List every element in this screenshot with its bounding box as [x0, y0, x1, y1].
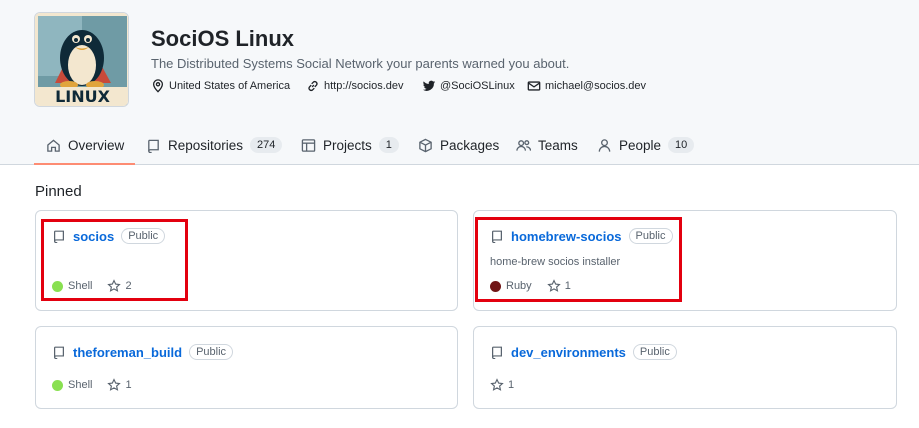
repo-meta: Shell 1	[52, 378, 132, 392]
website-link[interactable]: http://socios.dev	[324, 80, 404, 92]
repo-link[interactable]: theforeman_build	[73, 345, 182, 360]
repo-link[interactable]: socios	[73, 229, 114, 244]
tab-projects[interactable]: Projects 1	[301, 125, 399, 165]
star-icon	[107, 279, 122, 292]
package-icon	[419, 138, 432, 152]
repo-description: home-brew socios installer	[490, 256, 621, 268]
star-icon	[546, 279, 561, 292]
tab-repositories[interactable]: Repositories 274	[146, 125, 283, 165]
tab-overview-label: Overview	[68, 137, 125, 153]
repo-meta: Ruby 1	[490, 279, 571, 293]
repo-meta: Shell 2	[52, 279, 132, 293]
stargazers-link[interactable]: 2	[107, 279, 132, 293]
tab-teams-label: Teams	[538, 137, 578, 153]
email-meta[interactable]: michael@socios.dev	[527, 79, 646, 93]
tab-packages-label: Packages	[440, 137, 500, 153]
org-name: SociOS Linux	[151, 26, 295, 51]
tab-overview[interactable]: Overview	[46, 125, 124, 165]
repo-language: Ruby	[506, 280, 532, 292]
star-count: 1	[564, 280, 571, 292]
org-nav-tabs: Overview Repositories 274 Projects 1 Pac…	[0, 125, 919, 165]
location-meta: United States of America	[151, 79, 290, 93]
star-count: 2	[125, 280, 132, 292]
repo-meta: 1	[490, 378, 514, 392]
tab-people-label: People	[619, 137, 662, 153]
location-pin-icon	[152, 79, 164, 93]
twitter-bird-icon	[422, 80, 436, 91]
table-icon	[301, 138, 316, 152]
repo-icon	[54, 230, 64, 243]
link-icon	[308, 81, 318, 91]
org-avatar[interactable]: LINUX	[34, 12, 129, 107]
repo-icon	[492, 346, 502, 359]
tab-packages[interactable]: Packages	[418, 125, 499, 165]
active-tab-underline	[34, 163, 135, 165]
repo-title-row: socios Public	[52, 228, 166, 244]
stargazers-link[interactable]: 1	[546, 279, 571, 293]
svg-text:LINUX: LINUX	[55, 87, 111, 106]
twitter-meta[interactable]: @SociOSLinux	[422, 79, 515, 93]
people-count: 10	[668, 137, 695, 153]
language-color-dot	[490, 280, 501, 292]
repo-link[interactable]: homebrew-socios	[511, 229, 622, 244]
people-icon	[516, 139, 531, 151]
tab-people[interactable]: People 10	[597, 125, 695, 165]
mail-icon	[527, 81, 541, 91]
star-count: 1	[508, 379, 515, 391]
language-color-dot	[52, 379, 63, 391]
star-icon	[490, 378, 504, 391]
repo-icon	[54, 346, 64, 359]
pinned-repo-card: dev_environments Public 1	[473, 326, 897, 409]
location-text: United States of America	[169, 80, 291, 92]
visibility-badge: Public	[121, 228, 166, 244]
repo-icon	[148, 139, 159, 153]
visibility-badge: Public	[632, 344, 677, 360]
org-description: The Distributed Systems Social Network y…	[151, 56, 570, 71]
repo-icon	[492, 230, 502, 243]
tab-projects-label: Projects	[323, 137, 372, 153]
tab-teams[interactable]: Teams	[516, 125, 578, 165]
stargazers-link[interactable]: 1	[490, 378, 514, 392]
visibility-badge: Public	[628, 228, 673, 244]
language-color-dot	[52, 280, 63, 292]
repo-link[interactable]: dev_environments	[511, 345, 626, 360]
stargazers-link[interactable]: 1	[107, 378, 132, 392]
pinned-repo-card: socios Public Shell 2	[35, 210, 458, 311]
pinned-heading: Pinned	[35, 183, 82, 200]
repo-title-row: dev_environments Public	[490, 344, 677, 360]
person-icon	[598, 138, 611, 152]
twitter-handle[interactable]: @SociOSLinux	[440, 80, 515, 92]
email-link[interactable]: michael@socios.dev	[545, 80, 646, 92]
star-count: 1	[125, 379, 132, 391]
repo-title-row: theforeman_build Public	[52, 344, 234, 360]
tab-repositories-label: Repositories	[168, 137, 244, 153]
visibility-badge: Public	[189, 344, 234, 360]
pinned-repo-card: homebrew-socios Public home-brew socios …	[473, 210, 897, 311]
repo-title-row: homebrew-socios Public	[490, 228, 673, 244]
star-icon	[107, 378, 122, 391]
repo-language: Shell	[68, 280, 93, 292]
projects-count: 1	[378, 137, 399, 153]
org-header: LINUX SociOS Linux The Distributed Syste…	[0, 0, 919, 165]
tux-penguin-logo: LINUX	[35, 13, 128, 106]
repositories-count: 274	[250, 137, 283, 153]
repo-language: Shell	[68, 379, 93, 391]
home-icon	[47, 138, 60, 152]
pinned-repo-card: theforeman_build Public Shell 1	[35, 326, 458, 409]
website-meta[interactable]: http://socios.dev	[306, 79, 404, 93]
